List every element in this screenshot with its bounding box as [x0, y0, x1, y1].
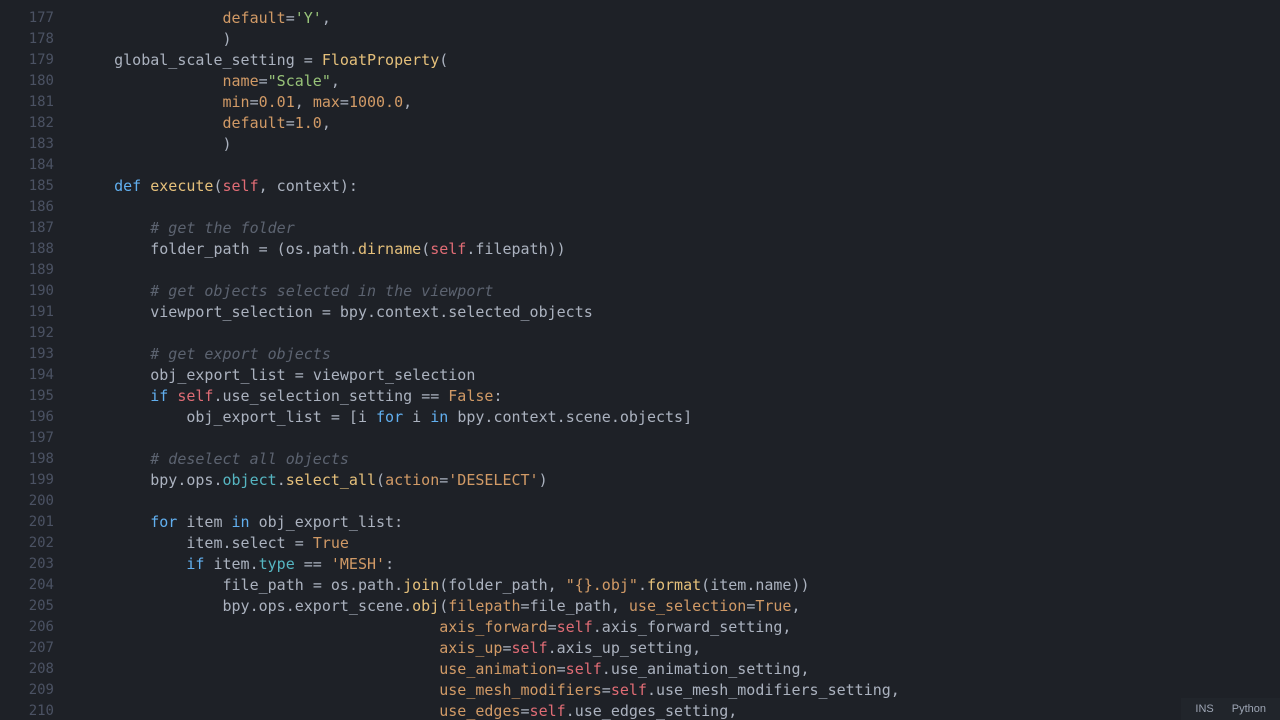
code-line[interactable] [78, 491, 1280, 512]
code-line[interactable]: obj_export_list = viewport_selection [78, 365, 1280, 386]
code-line[interactable]: global_scale_setting = FloatProperty( [78, 50, 1280, 71]
code-line[interactable] [78, 197, 1280, 218]
code-line[interactable]: for item in obj_export_list: [78, 512, 1280, 533]
code-line[interactable]: name="Scale", [78, 71, 1280, 92]
line-number: 202 [0, 533, 54, 554]
line-number: 198 [0, 449, 54, 470]
code-line[interactable]: # get export objects [78, 344, 1280, 365]
line-number: 191 [0, 302, 54, 323]
line-number: 180 [0, 71, 54, 92]
code-line[interactable]: file_path = os.path.join(folder_path, "{… [78, 575, 1280, 596]
code-line[interactable]: # get objects selected in the viewport [78, 281, 1280, 302]
line-number: 195 [0, 386, 54, 407]
line-number: 206 [0, 617, 54, 638]
line-number: 183 [0, 134, 54, 155]
code-line[interactable]: bpy.ops.object.select_all(action='DESELE… [78, 470, 1280, 491]
code-line[interactable]: if item.type == 'MESH': [78, 554, 1280, 575]
code-line[interactable] [78, 428, 1280, 449]
line-number: 186 [0, 197, 54, 218]
line-number: 187 [0, 218, 54, 239]
code-line[interactable]: # get the folder [78, 218, 1280, 239]
code-line[interactable]: ) [78, 29, 1280, 50]
code-line[interactable]: default=1.0, [78, 113, 1280, 134]
line-number: 208 [0, 659, 54, 680]
code-line[interactable]: use_mesh_modifiers=self.use_mesh_modifie… [78, 680, 1280, 701]
line-number: 204 [0, 575, 54, 596]
line-number: 193 [0, 344, 54, 365]
line-number: 192 [0, 323, 54, 344]
line-number: 189 [0, 260, 54, 281]
code-line[interactable]: use_edges=self.use_edges_setting, [78, 701, 1280, 720]
code-line[interactable]: # deselect all objects [78, 449, 1280, 470]
line-number: 207 [0, 638, 54, 659]
line-number: 205 [0, 596, 54, 617]
code-line[interactable]: obj_export_list = [i for i in bpy.contex… [78, 407, 1280, 428]
line-number: 200 [0, 491, 54, 512]
line-number: 196 [0, 407, 54, 428]
line-number: 178 [0, 29, 54, 50]
line-number: 197 [0, 428, 54, 449]
line-number: 209 [0, 680, 54, 701]
code-editor[interactable]: 1771781791801811821831841851861871881891… [0, 0, 1280, 720]
code-line[interactable]: axis_up=self.axis_up_setting, [78, 638, 1280, 659]
line-number: 177 [0, 8, 54, 29]
line-number: 194 [0, 365, 54, 386]
code-line[interactable]: def execute(self, context): [78, 176, 1280, 197]
line-number: 181 [0, 92, 54, 113]
line-number: 201 [0, 512, 54, 533]
line-number: 190 [0, 281, 54, 302]
code-line[interactable]: item.select = True [78, 533, 1280, 554]
code-line[interactable]: ) [78, 134, 1280, 155]
line-number: 184 [0, 155, 54, 176]
code-line[interactable]: viewport_selection = bpy.context.selecte… [78, 302, 1280, 323]
code-line[interactable]: use_animation=self.use_animation_setting… [78, 659, 1280, 680]
status-insert-mode: INS [1195, 703, 1213, 715]
status-bar: INS Python [1181, 698, 1280, 720]
line-number: 199 [0, 470, 54, 491]
line-number-gutter: 1771781791801811821831841851861871881891… [0, 0, 64, 720]
line-number: 203 [0, 554, 54, 575]
line-number: 182 [0, 113, 54, 134]
code-line[interactable]: min=0.01, max=1000.0, [78, 92, 1280, 113]
code-line[interactable] [78, 260, 1280, 281]
code-area[interactable]: default='Y', ) global_scale_setting = Fl… [64, 0, 1280, 720]
code-line[interactable]: axis_forward=self.axis_forward_setting, [78, 617, 1280, 638]
line-number: 210 [0, 701, 54, 720]
code-line[interactable]: if self.use_selection_setting == False: [78, 386, 1280, 407]
code-line[interactable] [78, 155, 1280, 176]
status-language[interactable]: Python [1232, 703, 1266, 715]
line-number: 185 [0, 176, 54, 197]
line-number: 188 [0, 239, 54, 260]
code-line[interactable]: default='Y', [78, 8, 1280, 29]
line-number: 179 [0, 50, 54, 71]
code-line[interactable]: bpy.ops.export_scene.obj(filepath=file_p… [78, 596, 1280, 617]
code-line[interactable]: folder_path = (os.path.dirname(self.file… [78, 239, 1280, 260]
code-line[interactable] [78, 323, 1280, 344]
